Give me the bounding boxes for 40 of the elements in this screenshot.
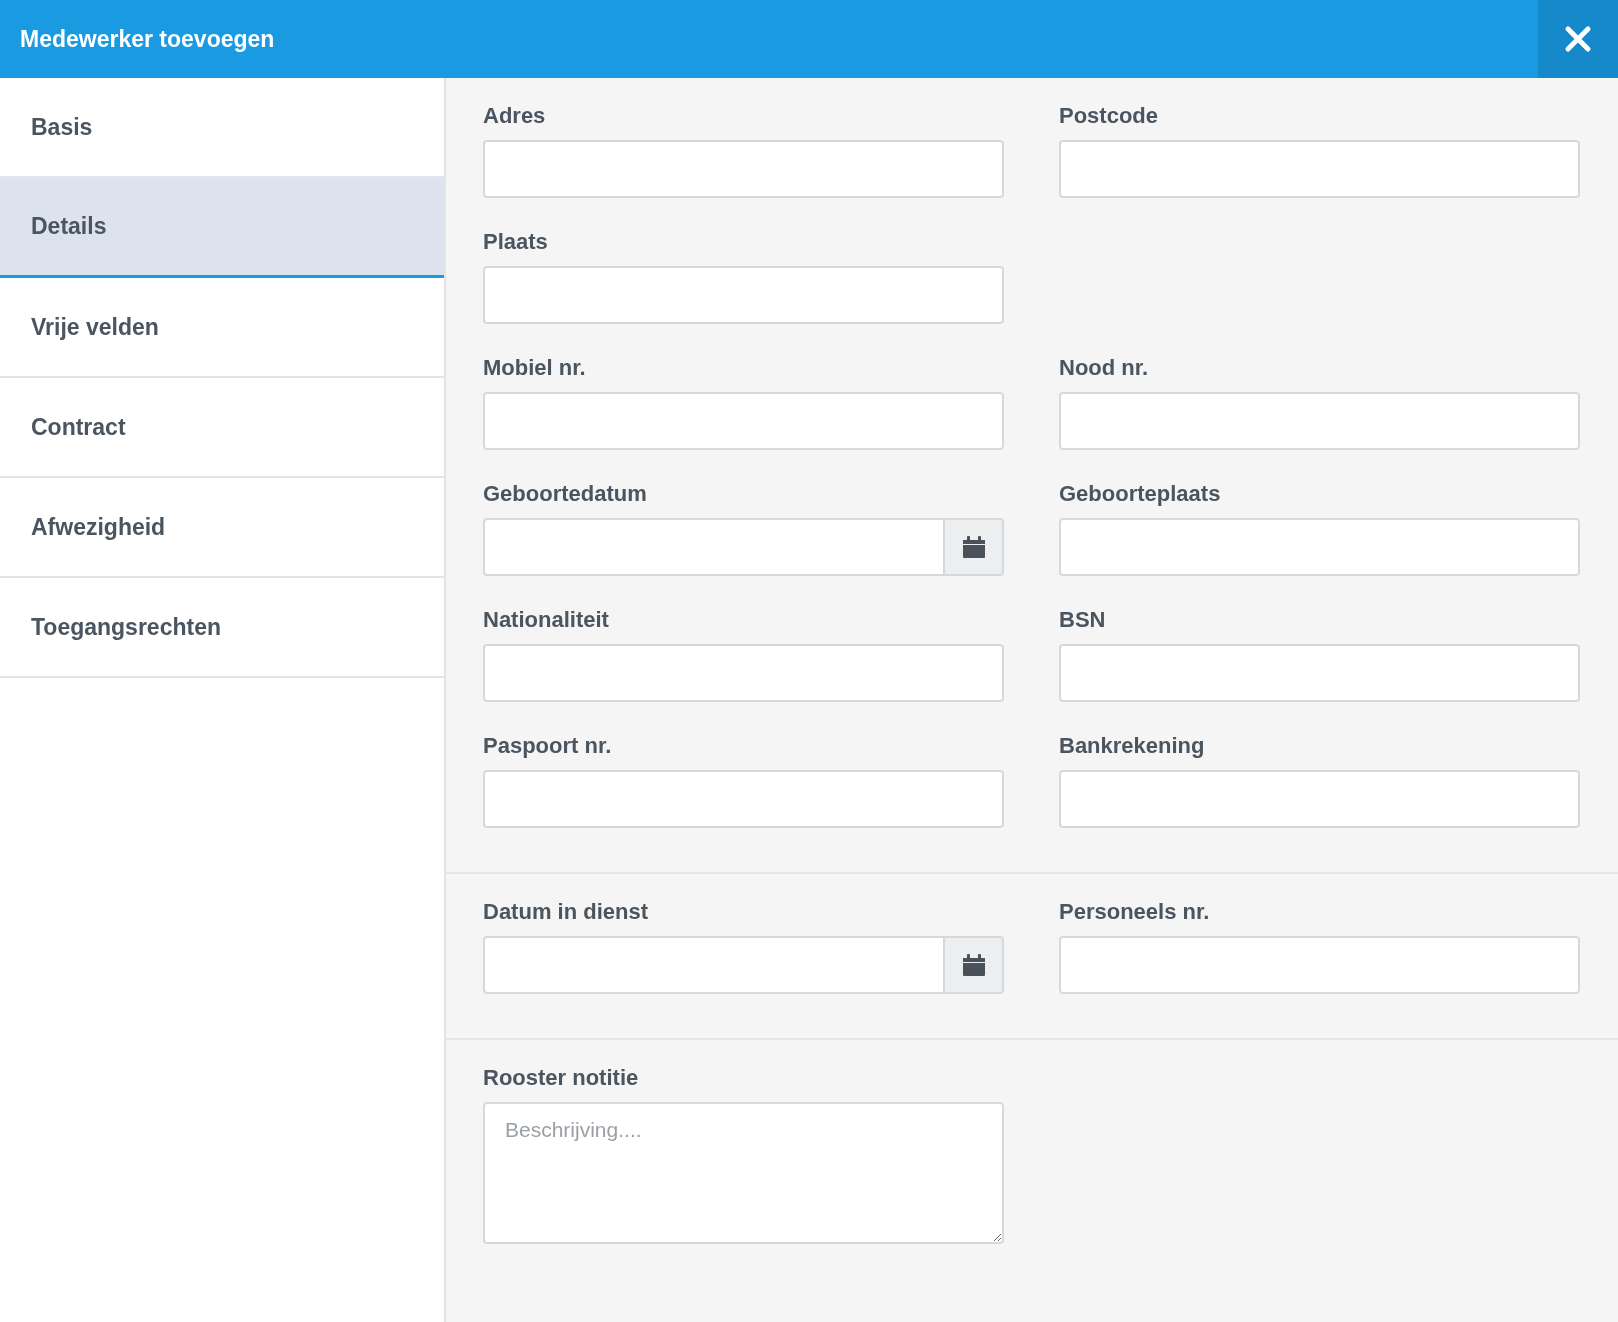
calendar-button[interactable] [943, 518, 1004, 576]
sidebar-tab[interactable]: Details [0, 178, 444, 278]
field-label: Adres [483, 102, 546, 130]
field-label: Paspoort nr. [483, 732, 612, 760]
text-field[interactable] [1059, 518, 1580, 576]
sidebar-tab[interactable]: Toegangsrechten [0, 578, 444, 678]
text-field[interactable] [1059, 770, 1580, 828]
field-label: Bankrekening [1059, 732, 1205, 760]
field-label: Nationaliteit [483, 606, 609, 634]
field-label: Geboorteplaats [1059, 480, 1221, 508]
dialog-title: Medewerker toevoegen [20, 25, 275, 53]
calendar-button[interactable] [943, 936, 1004, 994]
field-label: Datum in dienst [483, 898, 648, 926]
text-field[interactable] [1059, 936, 1580, 994]
field-label: Geboortedatum [483, 480, 647, 508]
field-label: Personeels nr. [1059, 898, 1210, 926]
text-field[interactable] [483, 266, 1004, 324]
text-field[interactable] [483, 644, 1004, 702]
text-field[interactable] [1059, 392, 1580, 450]
sidebar-tab[interactable]: Afwezigheid [0, 478, 444, 578]
field-label: Nood nr. [1059, 354, 1149, 382]
field-label: Postcode [1059, 102, 1159, 130]
field-label: Plaats [483, 228, 548, 256]
close-button[interactable] [1538, 0, 1618, 78]
text-field[interactable] [483, 392, 1004, 450]
sidebar-tab[interactable]: Vrije velden [0, 278, 444, 378]
text-field[interactable] [483, 770, 1004, 828]
sidebar-tab[interactable]: Contract [0, 378, 444, 478]
date-field[interactable] [483, 518, 943, 576]
text-field[interactable] [483, 140, 1004, 198]
field-label: Rooster notitie [483, 1064, 639, 1092]
calendar-icon [961, 953, 986, 977]
date-field[interactable] [483, 936, 943, 994]
calendar-icon [961, 535, 986, 559]
text-field[interactable] [1059, 140, 1580, 198]
description-field[interactable]: Beschrijving.... [483, 1102, 1004, 1244]
close-icon [1564, 25, 1592, 53]
field-label: BSN [1059, 606, 1106, 634]
field-label: Mobiel nr. [483, 354, 586, 382]
text-field[interactable] [1059, 644, 1580, 702]
